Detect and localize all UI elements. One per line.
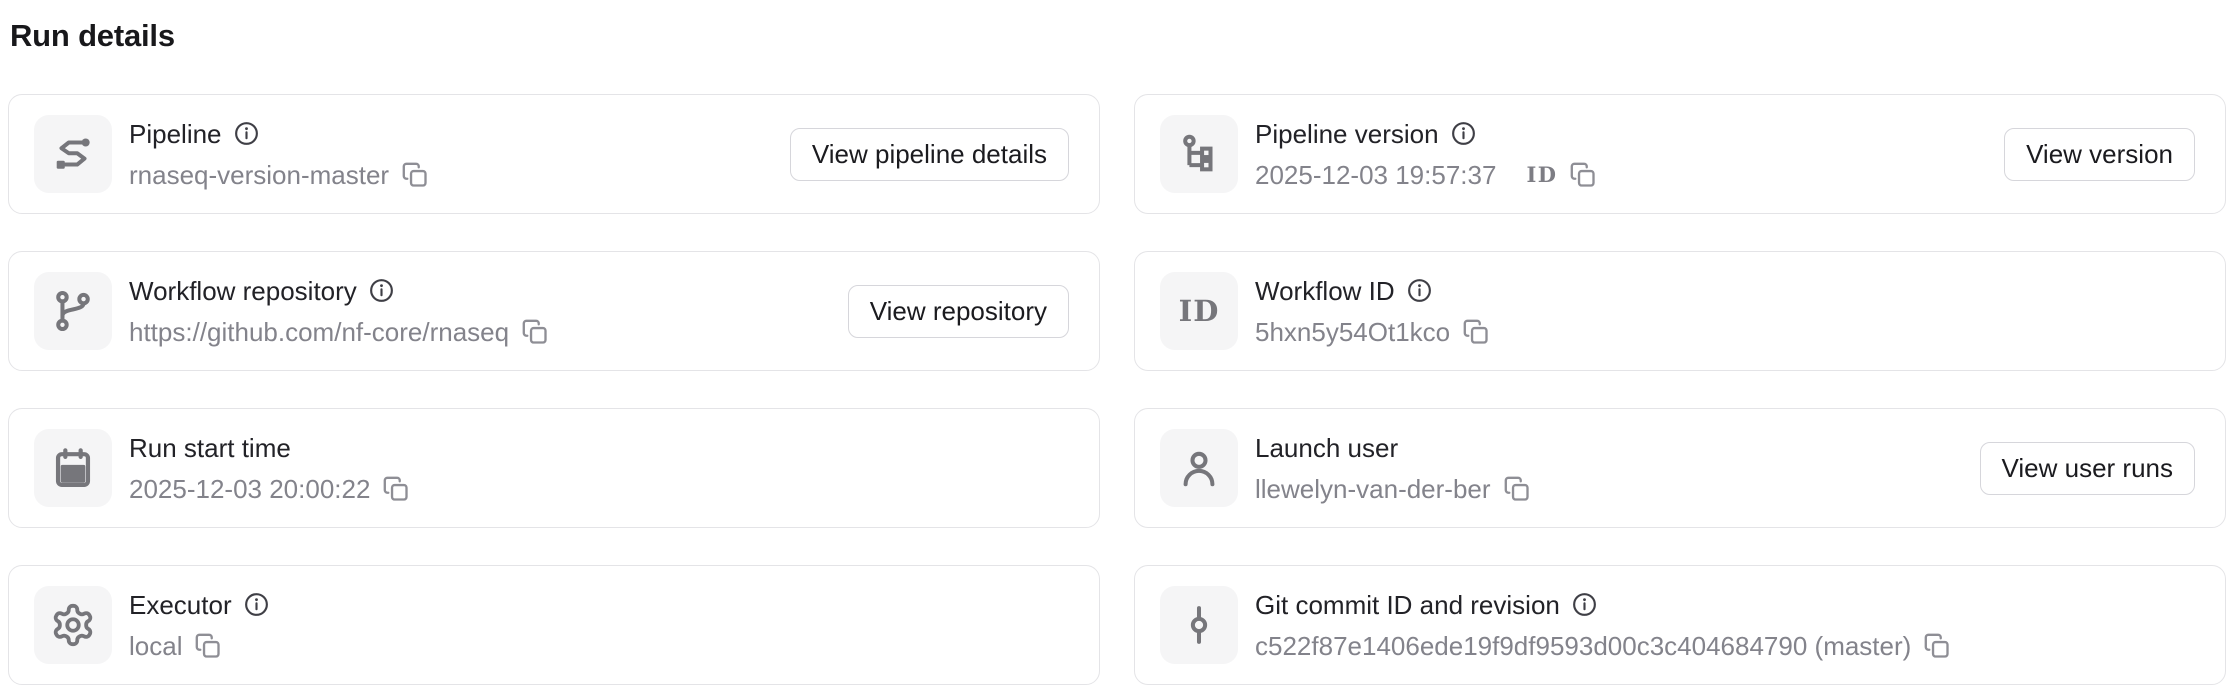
info-icon[interactable] [243,591,270,618]
card-label: Pipeline [129,115,222,153]
id-icon: ID [1160,272,1238,350]
card-label: Workflow ID [1255,272,1395,310]
info-icon[interactable] [1571,591,1598,618]
card-label: Launch user [1255,429,1398,467]
copy-icon[interactable] [1923,632,1951,660]
card-workflow-repository: Workflow repository https://github.com/n… [8,251,1100,371]
copy-icon[interactable] [1503,475,1531,503]
page-title: Run details [10,18,2226,54]
card-value: llewelyn-van-der-ber [1255,470,1491,508]
card-pipeline-version: Pipeline version 2025-12-03 19:57:37 ID … [1134,94,2226,214]
card-label: Executor [129,586,232,624]
run-details-page: Run details Pipeline rnaseq-version-mast… [0,0,2234,685]
card-workflow-id: ID Workflow ID 5hxn5y54Ot1kco [1134,251,2226,371]
card-label: Run start time [129,429,291,467]
pipeline-version-tree-icon [1160,115,1238,193]
copy-icon[interactable] [382,475,410,503]
copy-icon[interactable] [1569,161,1597,189]
card-value: 2025-12-03 20:00:22 [129,470,370,508]
user-icon [1160,429,1238,507]
git-commit-icon [1160,586,1238,664]
view-pipeline-details-button[interactable]: View pipeline details [790,128,1069,181]
card-value: rnaseq-version-master [129,156,389,194]
card-run-start-time: Run start time 2025-12-03 20:00:22 [8,408,1100,528]
copy-icon[interactable] [1462,318,1490,346]
view-version-button[interactable]: View version [2004,128,2195,181]
copy-icon[interactable] [194,632,222,660]
card-value: c522f87e1406ede19f9df9593d00c3c404684790… [1255,627,1911,665]
calendar-icon [34,429,112,507]
run-details-grid: Pipeline rnaseq-version-master View pipe… [8,94,2226,685]
view-repository-button[interactable]: View repository [848,285,1069,338]
card-label: Workflow repository [129,272,357,310]
card-value: 5hxn5y54Ot1kco [1255,313,1450,351]
card-git-commit: Git commit ID and revision c522f87e1406e… [1134,565,2226,685]
info-icon[interactable] [368,277,395,304]
card-value: https://github.com/nf-core/rnaseq [129,313,509,351]
card-launch-user: Launch user llewelyn-van-der-ber View us… [1134,408,2226,528]
id-badge-icon[interactable]: ID [1526,156,1557,194]
git-branch-icon [34,272,112,350]
copy-icon[interactable] [521,318,549,346]
gear-icon [34,586,112,664]
pipeline-icon [34,115,112,193]
info-icon[interactable] [1406,277,1433,304]
card-executor: Executor local [8,565,1100,685]
card-value: local [129,627,182,665]
info-icon[interactable] [1450,120,1477,147]
view-user-runs-button[interactable]: View user runs [1980,442,2196,495]
info-icon[interactable] [233,120,260,147]
card-pipeline: Pipeline rnaseq-version-master View pipe… [8,94,1100,214]
card-value: 2025-12-03 19:57:37 [1255,156,1496,194]
card-label: Git commit ID and revision [1255,586,1560,624]
copy-icon[interactable] [401,161,429,189]
card-label: Pipeline version [1255,115,1439,153]
